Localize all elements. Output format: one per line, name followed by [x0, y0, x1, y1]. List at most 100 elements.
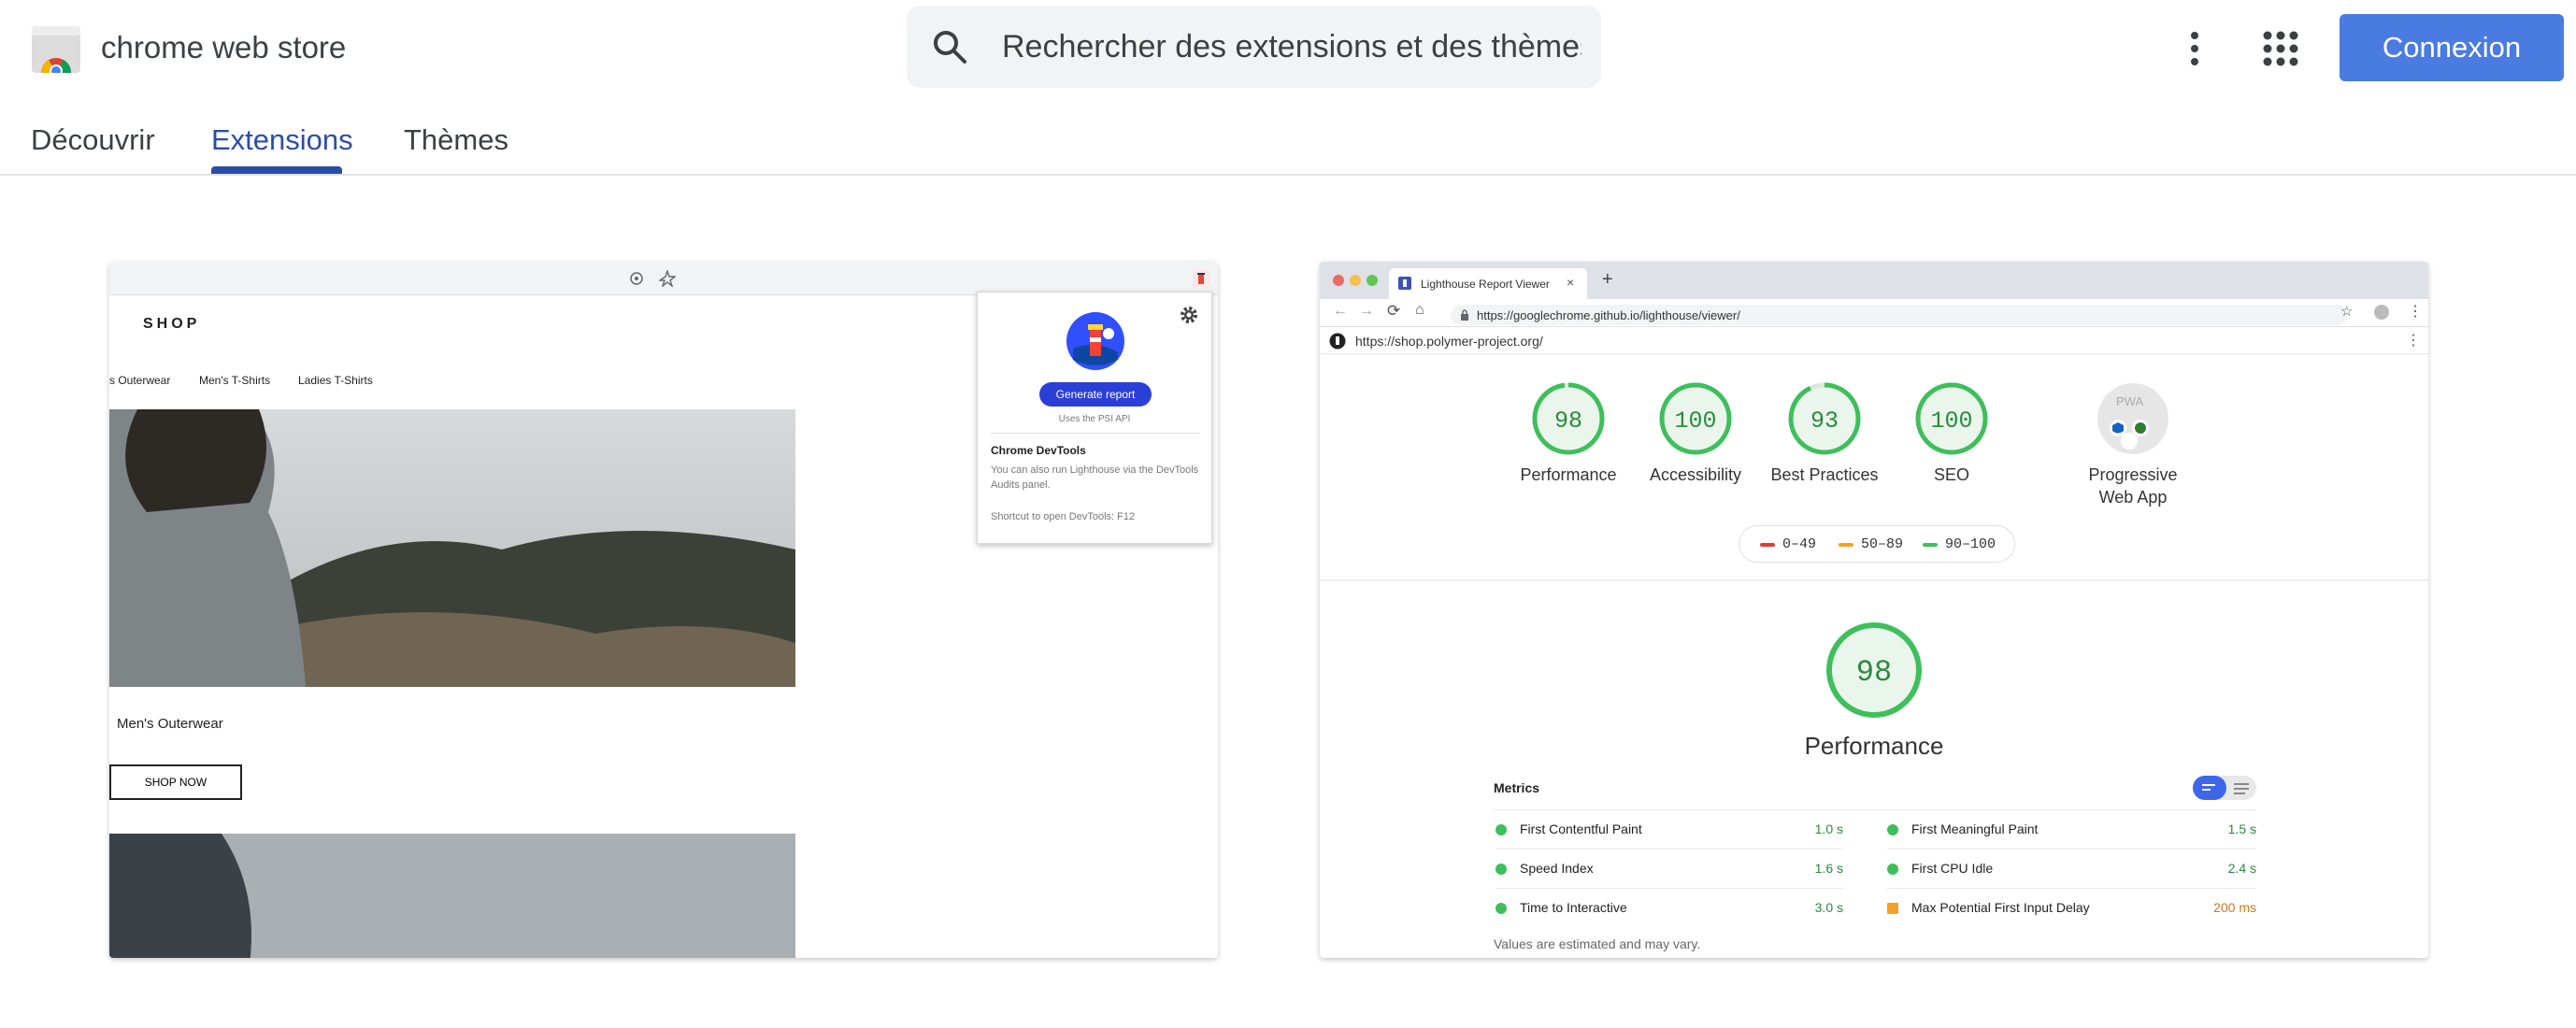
devtools-shortcut: Shortcut to open DevTools: F12 [991, 511, 1136, 522]
legend-pass-swatch [1923, 543, 1938, 547]
home-icon: ⌂ [1415, 302, 1424, 318]
reload-icon: ⟳ [1387, 302, 1401, 320]
metric-name: First CPU Idle [1911, 861, 1994, 876]
shop-nav-ladies-tshirts: Ladies T-Shirts [298, 374, 373, 387]
top-header: chrome web store Connexion [0, 0, 2576, 93]
back-arrow-icon: ← [1333, 303, 1348, 319]
pwa-badge-icon: PWA [2097, 383, 2168, 454]
lighthouse-extension-icon [1193, 270, 1209, 287]
metric-status-icon [1496, 864, 1507, 875]
legend-fail: 0–49 [1782, 536, 1817, 552]
pwa-label-line-1: Progressive [2088, 465, 2178, 484]
chrome-web-store-logo-icon[interactable] [30, 24, 82, 73]
metrics-footnote: Values are estimated and may vary. [1494, 936, 1701, 951]
metric-row-divider [1496, 888, 1843, 889]
big-score: 98 [1856, 655, 1892, 690]
metrics-heading: Metrics [1494, 780, 1540, 795]
screenshot-card-lighthouse[interactable]: Lighthouse Report Viewer × + ← → ⟳ ⌂ htt… [1320, 262, 2428, 958]
metric-status-icon [1887, 903, 1898, 914]
login-button[interactable]: Connexion [2340, 14, 2564, 81]
search-icon[interactable] [931, 28, 968, 65]
browser-tab-title: Lighthouse Report Viewer [1421, 278, 1550, 291]
performance-big-gauge: 98 [1826, 622, 1922, 718]
metric-row-divider [1496, 849, 1843, 850]
metric-row: First CPU Idle 2.4 s [1887, 860, 2256, 878]
pwa-label-line-2: Web App [2098, 488, 2168, 507]
generate-report-button: Generate report [1039, 382, 1152, 407]
google-apps-icon[interactable] [2262, 30, 2299, 67]
category-tabs: Découvrir Extensions Thèmes [0, 103, 2576, 176]
bookmark-star-icon: ☆ [2340, 304, 2354, 320]
bookmark-star-icon [659, 270, 676, 287]
shop-logo-text: SHOP [143, 316, 201, 332]
section-divider [1320, 579, 2428, 581]
metric-row: Max Potential First Input Delay 200 ms [1887, 899, 2256, 918]
lighthouse-extension-popup: Generate report Uses the PSI API Chrome … [977, 292, 1212, 544]
metric-row: Speed Index 1.6 s [1496, 860, 1843, 878]
toggle-compact-icon [2193, 776, 2226, 800]
shop-now-button: SHOP NOW [109, 764, 242, 800]
metric-value: 1.6 s [1814, 861, 1843, 876]
metric-name: Max Potential First Input Delay [1911, 900, 2090, 915]
metric-value: 1.0 s [1814, 821, 1843, 836]
window-zoom-dot [1367, 275, 1378, 286]
browser-tab: Lighthouse Report Viewer × [1389, 268, 1587, 299]
metric-row: First Contentful Paint 1.0 s [1496, 821, 1843, 839]
brand-name[interactable]: chrome web store [101, 30, 346, 65]
lock-icon [1461, 309, 1468, 321]
toggle-expanded-icon [2234, 783, 2249, 785]
gauge-label-pwa: Progressive Web App [2058, 464, 2208, 508]
metric-name: First Contentful Paint [1520, 821, 1642, 836]
devtools-heading: Chrome DevTools [991, 444, 1086, 457]
shop-nav-mens-tshirts: Men's T-Shirts [199, 374, 271, 387]
report-topbar: https://shop.polymer-project.org/ ⋮ [1320, 328, 2428, 354]
devtools-text: You can also run Lighthouse via the DevT… [991, 464, 1199, 491]
screenshot-card-shop[interactable]: SHOP s Outerwear Men's T-Shirts Ladies T… [109, 262, 1218, 958]
metric-row-divider [1887, 849, 2256, 850]
legend-average-swatch [1839, 543, 1853, 547]
gauge-label: SEO [1933, 465, 1969, 484]
audited-url: https://shop.polymer-project.org/ [1355, 334, 1543, 349]
second-product-photo [109, 834, 795, 958]
metric-value: 1.5 s [2227, 821, 2256, 836]
metric-row: Time to Interactive 3.0 s [1496, 899, 1843, 918]
metric-status-icon [1887, 824, 1898, 835]
browser-menu-icon: ⋮ [2408, 304, 2423, 320]
forward-arrow-icon: → [1359, 303, 1374, 319]
gauge-accessibility: 100 [1659, 382, 1732, 455]
gauge-seo: 100 [1915, 382, 1988, 455]
gauge-label: Accessibility [1649, 465, 1742, 484]
search-input[interactable] [1002, 22, 1581, 71]
lighthouse-logo-icon [1066, 312, 1124, 370]
metric-row: First Meaningful Paint 1.5 s [1887, 821, 2256, 839]
tab-discover[interactable]: Découvrir [31, 123, 155, 157]
metric-name: Speed Index [1520, 861, 1594, 876]
search-box[interactable] [907, 6, 1601, 88]
gauge-best-practices: 93 [1788, 382, 1861, 455]
tab-close-icon: × [1567, 275, 1575, 290]
new-tab-icon: + [1602, 269, 1613, 290]
gauge-score: 100 [1930, 407, 1972, 435]
tab-themes[interactable]: Thèmes [404, 123, 508, 157]
lighthouse-small-icon [1329, 333, 1346, 350]
lighthouse-favicon-icon [1398, 277, 1411, 290]
gauge-performance: 98 [1532, 382, 1605, 455]
more-options-icon[interactable] [2178, 28, 2211, 69]
performance-heading: Performance [1804, 732, 1944, 760]
metric-status-icon [1496, 903, 1507, 914]
tab-extensions[interactable]: Extensions [211, 123, 353, 157]
url-field: https://googlechrome.github.io/lighthous… [1451, 305, 2348, 325]
report-menu-icon: ⋮ [2406, 333, 2421, 349]
window-minimize-dot [1350, 275, 1361, 286]
metric-value: 2.4 s [2227, 861, 2256, 876]
window-close-dot [1333, 275, 1344, 286]
active-tab-indicator [211, 166, 342, 174]
popup-divider [991, 433, 1200, 434]
browser-toolbar [109, 262, 1218, 295]
settings-gear-icon [1181, 307, 1197, 323]
metric-status-icon [1887, 864, 1898, 875]
legend-average: 50–89 [1861, 536, 1904, 552]
legend-pass: 90–100 [1945, 536, 1996, 552]
browser-tab-strip: Lighthouse Report Viewer × + [1320, 262, 2428, 299]
hero-photo-outerwear [109, 409, 795, 687]
